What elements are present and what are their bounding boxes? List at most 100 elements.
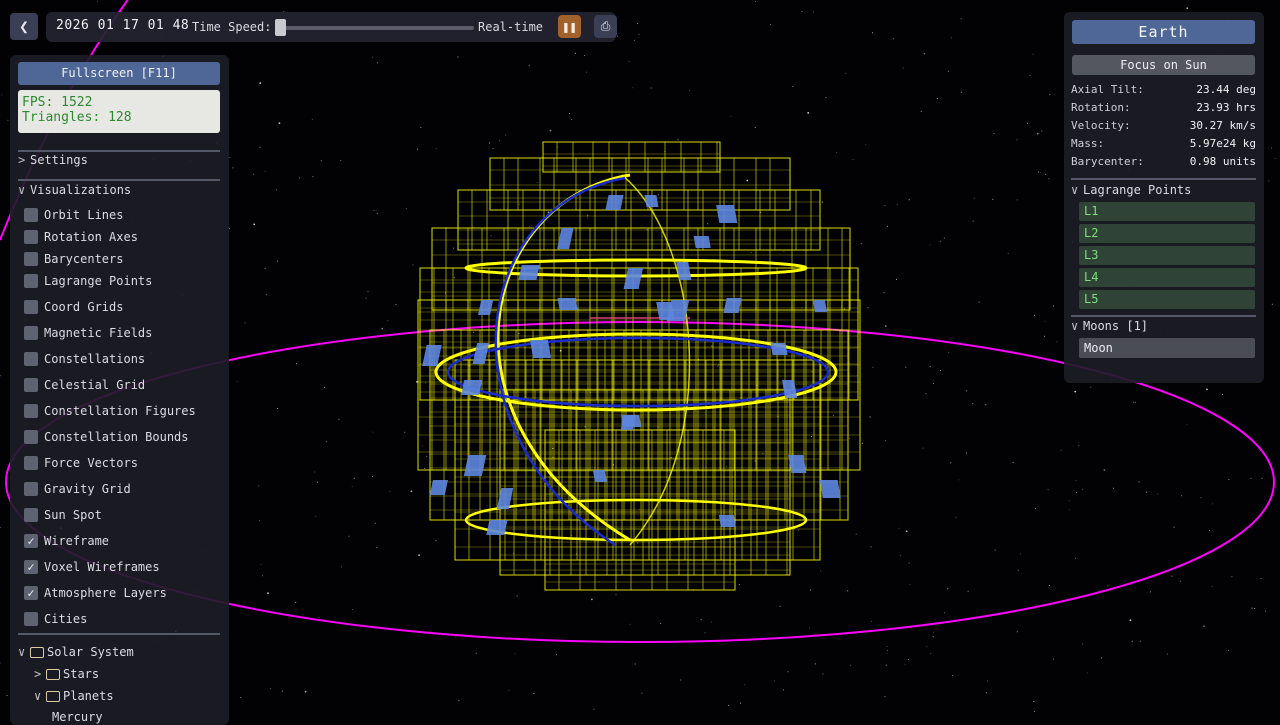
star (458, 700, 460, 702)
checkbox-checked-icon[interactable]: ✓ (24, 560, 38, 574)
checkbox[interactable] (24, 300, 38, 314)
star (699, 290, 701, 292)
star (905, 366, 907, 368)
toggle-force-vectors[interactable]: Force Vectors (24, 455, 138, 471)
star (232, 167, 234, 169)
lagrange-point-l2[interactable]: L2 (1079, 224, 1255, 243)
star (259, 520, 260, 521)
star (1074, 390, 1077, 393)
star (813, 11, 814, 13)
checkbox[interactable] (24, 378, 38, 392)
star (376, 547, 378, 549)
property-mass: Mass: 5.97e24 kg (1071, 137, 1256, 153)
folder-icon (30, 646, 44, 658)
toggle-voxel-wireframes[interactable]: ✓ Voxel Wireframes (24, 559, 160, 575)
star (638, 33, 640, 35)
lagrange-point-l1[interactable]: L1 (1079, 202, 1255, 221)
toggle-constellation-bounds[interactable]: Constellation Bounds (24, 429, 189, 445)
property-velocity: Velocity: 30.27 km/s (1071, 119, 1256, 135)
star (528, 225, 530, 227)
star (1206, 388, 1208, 391)
toggle-sun-spot[interactable]: Sun Spot (24, 507, 102, 523)
lagrange-point-l5[interactable]: L5 (1079, 290, 1255, 309)
checkbox-checked-icon[interactable]: ✓ (24, 534, 38, 548)
toggle-coord-grids[interactable]: Coord Grids (24, 299, 123, 315)
checkbox[interactable] (24, 482, 38, 496)
tree-stars[interactable]: > Stars (34, 667, 99, 681)
star (552, 456, 554, 458)
checkbox[interactable] (24, 456, 38, 470)
focus-on-sun-button[interactable]: Focus on Sun (1072, 55, 1255, 75)
toggle-lagrange-points[interactable]: Lagrange Points (24, 273, 152, 289)
checkbox[interactable] (24, 430, 38, 444)
toggle-label: Sun Spot (44, 508, 102, 522)
star (660, 623, 662, 625)
star (267, 592, 269, 595)
checkbox[interactable] (24, 230, 38, 244)
star (1129, 619, 1132, 622)
toggle-constellations[interactable]: Constellations (24, 351, 145, 367)
checkbox[interactable] (24, 508, 38, 522)
checkbox[interactable] (24, 208, 38, 222)
fps-counter: FPS: 1522 (22, 95, 93, 110)
checkbox[interactable] (24, 612, 38, 626)
checkbox[interactable] (24, 404, 38, 418)
star (1264, 610, 1266, 612)
chevron-right-icon: > (34, 667, 42, 681)
star (1007, 253, 1009, 254)
settings-section-toggle[interactable]: > Settings (18, 153, 88, 167)
star (587, 214, 589, 216)
toggle-constellation-figures[interactable]: Constellation Figures (24, 403, 196, 419)
star (1034, 507, 1036, 509)
tree-planets[interactable]: ∨ Planets (34, 689, 114, 703)
star (940, 370, 941, 372)
time-speed-slider-thumb[interactable] (275, 19, 286, 36)
checkbox[interactable] (24, 352, 38, 366)
moons-section-toggle[interactable]: ∨ Moons [1] (1071, 319, 1148, 333)
checkbox[interactable] (24, 252, 38, 266)
toggle-cities[interactable]: Cities (24, 611, 87, 627)
toggle-atmosphere-layers[interactable]: ✓ Atmosphere Layers (24, 585, 167, 601)
star (259, 82, 262, 84)
moon-item[interactable]: Moon (1079, 338, 1255, 358)
fullscreen-button[interactable]: Fullscreen [F11] (18, 62, 220, 85)
lagrange-point-l4[interactable]: L4 (1079, 268, 1255, 287)
toggle-orbit-lines[interactable]: Orbit Lines (24, 207, 123, 223)
property-value: 30.27 km/s (1189, 119, 1256, 132)
star (1186, 423, 1188, 425)
property-value: 5.97e24 kg (1189, 137, 1256, 150)
divider (1071, 315, 1256, 317)
star (472, 226, 474, 228)
toggle-barycenters[interactable]: Barycenters (24, 251, 123, 267)
back-button[interactable]: ❮ (10, 13, 38, 40)
star (896, 278, 897, 280)
star (374, 522, 376, 524)
toggle-rotation-axes[interactable]: Rotation Axes (24, 229, 138, 245)
screenshot-button[interactable]: ⎙ (594, 15, 617, 38)
checkbox[interactable] (24, 326, 38, 340)
star (1016, 631, 1018, 633)
toggle-celestial-grid[interactable]: Celestial Grid (24, 377, 145, 393)
tree-mercury[interactable]: Mercury (52, 710, 103, 724)
star (936, 98, 938, 100)
visualizations-section-toggle[interactable]: ∨ Visualizations (18, 183, 131, 197)
star (992, 198, 994, 200)
star (1076, 492, 1078, 494)
star (872, 32, 874, 34)
lagrange-point-l3[interactable]: L3 (1079, 246, 1255, 265)
toggle-gravity-grid[interactable]: Gravity Grid (24, 481, 131, 497)
checkbox-checked-icon[interactable]: ✓ (24, 586, 38, 600)
toggle-magnetic-fields[interactable]: Magnetic Fields (24, 325, 152, 341)
lagrange-points-section-toggle[interactable]: ∨ Lagrange Points (1071, 183, 1191, 197)
toggle-wireframe[interactable]: ✓ Wireframe (24, 533, 109, 549)
pause-button[interactable]: ❚❚ (558, 15, 581, 38)
checkbox[interactable] (24, 274, 38, 288)
star (1200, 497, 1202, 499)
star (435, 540, 437, 542)
time-speed-slider[interactable] (278, 26, 474, 30)
tree-solar-system[interactable]: ∨ Solar System (18, 645, 134, 659)
star (865, 144, 867, 146)
property-axial-tilt: Axial Tilt: 23.44 deg (1071, 83, 1256, 99)
star (884, 325, 887, 327)
star (1044, 321, 1046, 322)
